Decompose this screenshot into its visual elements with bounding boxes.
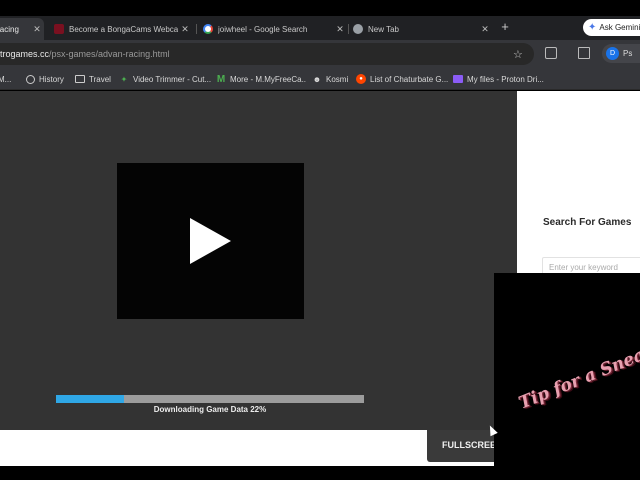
ask-gemini-label: Ask Gemini (599, 23, 640, 32)
download-progress-fill (56, 395, 124, 403)
bongacams-favicon-icon (54, 24, 64, 34)
bookmark-label: More - M.MyFreeCa... (230, 74, 306, 84)
bookmark-label: Kosmi (326, 74, 349, 84)
bookmark-label: M... (0, 74, 12, 84)
profile-label: Ps (623, 49, 633, 58)
bookmark-kosmi[interactable]: ☻ Kosmi (312, 72, 348, 86)
history-icon (26, 74, 35, 84)
bookmark-gmail[interactable]: M... (0, 72, 20, 86)
gemini-sparkle-icon: ✦ (588, 22, 597, 33)
tab-title: New Tab (368, 24, 399, 34)
tab-new-tab[interactable]: New Tab ✕ (349, 18, 492, 40)
search-games-title: Search For Games (543, 217, 632, 228)
avatar: D (606, 47, 619, 60)
kosmi-icon: ☻ (312, 74, 322, 84)
bookmark-label: My files - Proton Dri... (467, 74, 544, 84)
close-tab-icon[interactable]: ✕ (30, 24, 44, 35)
google-favicon-icon (203, 24, 213, 34)
side-panel-icon[interactable] (578, 47, 590, 59)
tab-title: joiwheel - Google Search (218, 24, 308, 34)
m-icon: M (216, 73, 226, 85)
url-path: /psx-games/advan-racing.html (49, 49, 170, 59)
bookmark-star-icon[interactable]: ☆ (513, 48, 523, 61)
folder-icon (75, 75, 85, 83)
bookmark-label: Travel (89, 74, 111, 84)
top-black-strip (0, 0, 640, 16)
ad-video-popup[interactable]: Tip for a Sneak (494, 273, 640, 480)
ask-gemini-button[interactable]: ✦ Ask Gemini (583, 19, 640, 36)
url-host: trogames.cc (0, 49, 50, 59)
bookmark-label: List of Chaturbate G... (370, 74, 448, 84)
new-tab-button[interactable]: + (498, 20, 512, 34)
bookmark-myfreecams[interactable]: M More - M.MyFreeCa... (216, 72, 306, 86)
reddit-icon: ● (356, 74, 366, 84)
tab-google-search[interactable]: joiwheel - Google Search ✕ (199, 18, 347, 40)
proton-folder-icon (453, 75, 463, 83)
download-progress-bar (56, 395, 364, 403)
tab-racing[interactable]: Racing ✕ (0, 18, 44, 40)
play-icon[interactable] (190, 218, 231, 264)
bookmark-proton-drive[interactable]: My files - Proton Dri... (453, 72, 545, 86)
tab-title: Become a BongaCams Webcam (69, 24, 178, 34)
download-progress-text: Downloading Game Data 22% (153, 405, 267, 414)
screen: Racing ✕ Become a BongaCams Webcam ✕ joi… (0, 0, 640, 480)
profile-button[interactable]: D Ps (602, 44, 640, 63)
address-row: trogames.cc/psx-games/advan-racing.html … (0, 40, 640, 68)
bookmark-travel[interactable]: Travel (75, 72, 111, 86)
tab-bongacams[interactable]: Become a BongaCams Webcam ✕ (50, 18, 192, 40)
url-text: trogames.cc/psx-games/advan-racing.html (0, 49, 170, 59)
chrome-favicon-icon (353, 24, 363, 34)
close-tab-icon[interactable]: ✕ (333, 24, 347, 35)
bookmark-history[interactable]: History (26, 72, 64, 86)
bookmark-label: History (39, 74, 64, 84)
bookmark-video-trimmer[interactable]: ✦ Video Trimmer - Cut... (119, 72, 211, 86)
tab-title: Racing (0, 24, 19, 34)
bookmark-label: Video Trimmer - Cut... (133, 74, 211, 84)
tab-bar: Racing ✕ Become a BongaCams Webcam ✕ joi… (0, 16, 640, 40)
extensions-icon[interactable] (545, 47, 557, 59)
tab-separator (196, 24, 197, 34)
address-bar[interactable]: trogames.cc/psx-games/advan-racing.html … (0, 43, 534, 65)
bookmark-chaturbate-list[interactable]: ● List of Chaturbate G... (356, 72, 448, 86)
game-video-player[interactable] (117, 163, 304, 319)
close-tab-icon[interactable]: ✕ (478, 24, 492, 35)
video-trimmer-icon: ✦ (120, 74, 128, 84)
bookmarks-bar: M... History Travel ✦ Video Trimmer - Cu… (0, 68, 640, 90)
ad-text: Tip for a Sneak (516, 340, 640, 414)
close-tab-icon[interactable]: ✕ (178, 24, 192, 35)
